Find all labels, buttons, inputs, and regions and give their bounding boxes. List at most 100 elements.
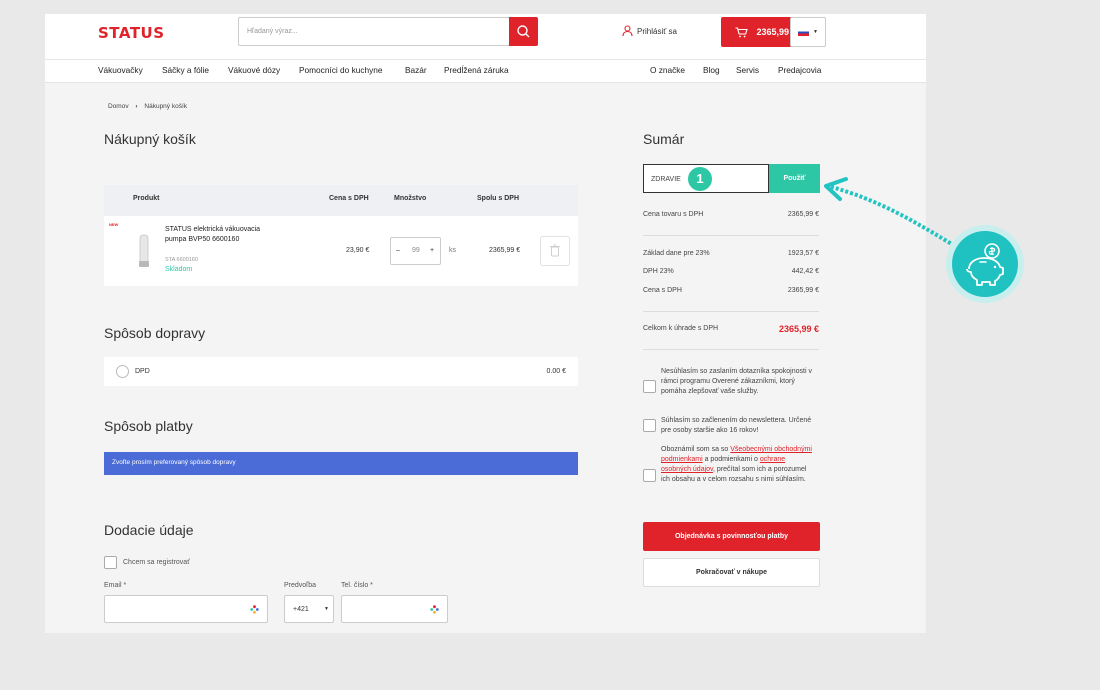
nav-item[interactable]: Vákuovačky	[98, 65, 143, 75]
prefix-value: +421	[293, 606, 309, 613]
goods-value: 2365,99 €	[787, 211, 819, 218]
cart-title: Nákupný košík	[104, 131, 196, 147]
step-marker: 1	[688, 167, 712, 191]
vat-row: DPH 23% 442,42 €	[643, 268, 819, 275]
divider	[643, 311, 819, 312]
user-icon	[622, 25, 633, 37]
total-label: Celkom k úhrade s DPH	[643, 325, 719, 332]
goods-row: Cena tovaru s DPH 2365,99 €	[643, 211, 819, 218]
autofill-icon	[430, 605, 439, 614]
breadcrumb-current: Nákupný košík	[144, 103, 188, 110]
qty-plus-button[interactable]: +	[430, 247, 434, 254]
price-row: Cena s DPH 2365,99 €	[643, 287, 819, 294]
phone-field[interactable]	[341, 595, 448, 623]
coupon-value: ZDRAVIE	[651, 176, 681, 183]
terms-text: a podmienkami o	[702, 456, 760, 464]
top-bar: STATUS Hľadaný výraz... Prihlásiť sa 236…	[45, 14, 926, 59]
slovak-flag-icon	[798, 28, 810, 36]
column-header: Spolu s DPH	[477, 195, 520, 202]
login-link[interactable]: Prihlásiť sa	[622, 25, 677, 37]
total-value: 2365,99 €	[778, 324, 819, 334]
cart-table-header: Produkt Cena s DPH Množstvo Spolu s DPH	[104, 185, 578, 216]
newsletter-checkbox[interactable]	[643, 419, 656, 432]
newsletter-consent-text: Súhlasím so začlenením do newslettera. U…	[661, 417, 812, 435]
shipping-radio[interactable]	[116, 365, 129, 378]
table-row: NEW STATUS elektrická vákuovacia pumpa B…	[104, 216, 578, 286]
email-field[interactable]	[104, 595, 268, 623]
payment-notice: Zvoľte prosím preferovaný spôsob dopravy	[104, 452, 578, 475]
vat-label: DPH 23%	[643, 268, 674, 275]
price-label: Cena s DPH	[643, 287, 682, 294]
stock-status: Skladom	[165, 266, 193, 273]
total-row: Celkom k úhrade s DPH 2365,99 €	[643, 324, 819, 334]
survey-checkbox[interactable]	[643, 380, 656, 393]
line-total: 2365,99 €	[489, 247, 521, 254]
column-header: Produkt	[133, 195, 160, 202]
language-selector[interactable]: ▼	[790, 17, 826, 47]
breadcrumb: Domov › Nákupný košík	[108, 103, 187, 110]
terms-consent-text: Oboznámil som sa so Všeobecnými obchodný…	[661, 445, 816, 486]
autofill-icon	[250, 605, 259, 614]
nav-item[interactable]: Vákuové dózy	[228, 65, 280, 75]
chevron-right-icon: ›	[135, 103, 138, 110]
vat-value: 442,42 €	[791, 268, 819, 275]
register-label: Chcem sa registrovať	[123, 559, 190, 566]
payment-title: Spôsob platby	[104, 418, 193, 434]
shipping-title: Spôsob dopravy	[104, 325, 206, 341]
nav-item[interactable]: Predĺžená záruka	[444, 65, 509, 75]
piggy-bank-badge	[946, 225, 1024, 303]
quantity-stepper[interactable]: – 99 +	[390, 237, 441, 265]
order-button[interactable]: Objednávka s povinnosťou platby	[643, 522, 820, 551]
nav-item[interactable]: Servis	[736, 65, 759, 75]
shipping-option-dpd[interactable]: DPD 0.00 €	[104, 357, 578, 386]
shop-page: STATUS Hľadaný výraz... Prihlásiť sa 236…	[45, 14, 926, 633]
piggy-bank-icon	[966, 243, 1004, 286]
phone-label: Tel. číslo *	[341, 582, 373, 589]
prefix-label: Predvoľba	[284, 582, 317, 589]
tax-base-row: Základ dane pre 23% 1923,57 €	[643, 250, 819, 257]
breadcrumb-home[interactable]: Domov	[108, 103, 129, 110]
nav-item[interactable]: Sáčky a fólie	[162, 65, 209, 75]
status-logo[interactable]: STATUS	[98, 24, 165, 42]
prefix-select[interactable]: +421 ▼	[284, 595, 334, 623]
nav-item[interactable]: O značke	[650, 65, 685, 75]
unit-price: 23,90 €	[346, 247, 370, 254]
delivery-title: Dodacie údaje	[104, 522, 194, 538]
shipping-option-label: DPD	[135, 368, 150, 375]
qty-unit: ks	[449, 247, 456, 254]
register-checkbox[interactable]	[104, 556, 117, 569]
divider	[643, 349, 819, 350]
chevron-down-icon: ▼	[813, 29, 818, 35]
goods-label: Cena tovaru s DPH	[643, 211, 704, 218]
search-icon	[517, 25, 530, 38]
divider	[643, 235, 819, 236]
tax-base-label: Základ dane pre 23%	[643, 250, 710, 257]
column-header: Cena s DPH	[329, 195, 369, 202]
login-label: Prihlásiť sa	[637, 26, 677, 36]
nav-item[interactable]: Bazár	[405, 65, 427, 75]
column-header: Množstvo	[394, 195, 427, 202]
product-name[interactable]: STATUS elektrická vákuovacia pumpa BVP50…	[165, 225, 265, 245]
survey-consent-text: Nesúhlasím so zaslaním dotazníka spokojn…	[661, 368, 812, 396]
cart-table: Produkt Cena s DPH Množstvo Spolu s DPH …	[104, 185, 578, 286]
product-image[interactable]	[137, 234, 151, 268]
qty-value[interactable]: 99	[412, 247, 420, 254]
search-input[interactable]: Hľadaný výraz...	[238, 17, 510, 46]
nav-item[interactable]: Blog	[703, 65, 720, 75]
tax-base-value: 1923,57 €	[787, 250, 819, 257]
nav-item[interactable]: Pomocníci do kuchyne	[299, 65, 382, 75]
chevron-down-icon: ▼	[324, 606, 329, 612]
remove-button[interactable]	[540, 236, 570, 266]
product-sku: STA 6600160	[165, 257, 198, 263]
nav-item[interactable]: Predajcovia	[778, 65, 821, 75]
email-label: Email *	[104, 582, 127, 589]
coupon-input[interactable]: ZDRAVIE 1	[643, 164, 769, 193]
terms-text: Oboznámil som sa so	[661, 446, 731, 453]
search-button[interactable]	[509, 17, 538, 46]
apply-coupon-button[interactable]: Použiť	[769, 164, 820, 193]
terms-checkbox[interactable]	[643, 469, 656, 482]
price-value: 2365,99 €	[787, 287, 819, 294]
continue-shopping-button[interactable]: Pokračovať v nákupe	[643, 558, 820, 587]
qty-minus-button[interactable]: –	[396, 247, 400, 254]
main-nav: Vákuovačky Sáčky a fólie Vákuové dózy Po…	[45, 59, 926, 83]
